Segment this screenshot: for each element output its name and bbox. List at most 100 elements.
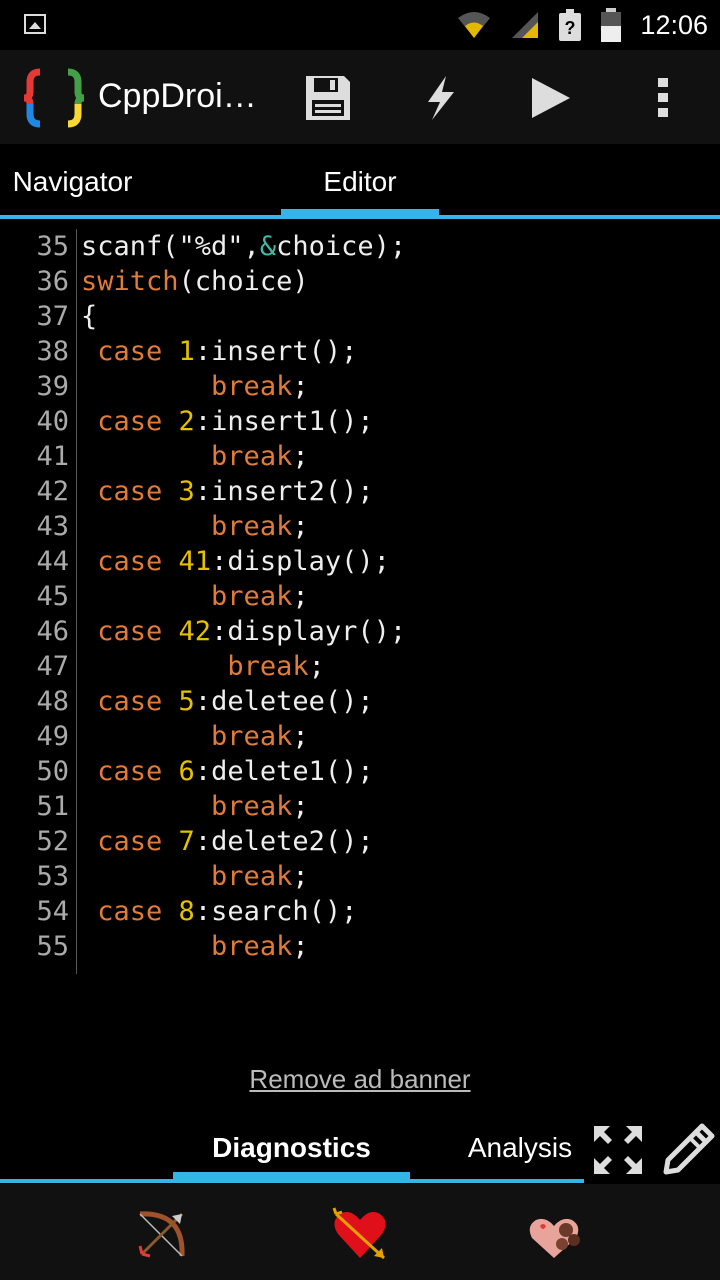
- line-number: 49: [36, 721, 69, 752]
- code-token: case: [97, 336, 179, 367]
- line-number: 50: [36, 756, 69, 787]
- code-token: break: [211, 721, 293, 752]
- code-token: :delete1();: [194, 756, 374, 787]
- code-token: break: [211, 371, 293, 402]
- code-token: 8: [178, 896, 195, 927]
- code-token: :displayr();: [211, 616, 407, 647]
- code-token: break: [211, 441, 293, 472]
- clock: 12:06: [640, 9, 708, 40]
- code-text: switch(choice): [81, 264, 309, 299]
- run-button[interactable]: [524, 72, 576, 124]
- code-token: case: [97, 546, 179, 577]
- line-number: 43: [36, 511, 69, 542]
- code-token: ;: [308, 651, 325, 682]
- code-line[interactable]: 36 switch(choice): [0, 264, 720, 299]
- code-token: ;: [292, 441, 309, 472]
- code-token: :display();: [211, 546, 390, 577]
- edit-icon[interactable]: [660, 1120, 716, 1176]
- code-line[interactable]: 38 case 1:insert();: [0, 334, 720, 369]
- code-line[interactable]: 48 case 5:deletee();: [0, 684, 720, 719]
- code-token: :insert();: [194, 336, 358, 367]
- overflow-menu-icon: [658, 78, 668, 117]
- code-line[interactable]: 44 case 41:display();: [0, 544, 720, 579]
- code-text: break;: [81, 859, 309, 894]
- code-text: scanf("%d",&choice);: [81, 229, 406, 264]
- line-number: 42: [36, 476, 69, 507]
- code-text: break;: [81, 439, 309, 474]
- heart-arrow-icon[interactable]: [330, 1204, 390, 1264]
- bottom-nav-bar: [0, 1184, 720, 1280]
- code-line[interactable]: 37 {: [0, 299, 720, 334]
- code-line[interactable]: 49 break;: [0, 719, 720, 754]
- code-line[interactable]: 45 break;: [0, 579, 720, 614]
- flash-icon: [428, 76, 454, 120]
- code-token: ;: [292, 861, 309, 892]
- code-line[interactable]: 55 break;: [0, 929, 720, 964]
- code-token: break: [211, 861, 293, 892]
- cupid-bow-icon[interactable]: [132, 1204, 192, 1264]
- code-token: choice);: [276, 231, 407, 262]
- expand-icon[interactable]: [590, 1122, 646, 1178]
- app-logo-icon[interactable]: [22, 68, 86, 128]
- code-line[interactable]: 47 break;: [0, 649, 720, 684]
- tab-divider: [0, 215, 720, 219]
- line-number: 47: [36, 651, 69, 682]
- code-token: 41: [178, 546, 212, 577]
- code-text: break;: [81, 719, 309, 754]
- code-token: 42: [178, 616, 212, 647]
- wifi-icon: [458, 12, 491, 38]
- code-text: case 1:insert();: [81, 334, 357, 369]
- code-token: switch: [81, 266, 179, 297]
- code-token: ;: [292, 371, 309, 402]
- build-button[interactable]: [414, 72, 466, 124]
- battery-unknown-icon: ?: [559, 9, 582, 41]
- code-line[interactable]: 53 break;: [0, 859, 720, 894]
- code-line[interactable]: 46 case 42:displayr();: [0, 614, 720, 649]
- code-token: (choice): [178, 266, 309, 297]
- code-line[interactable]: 39 break;: [0, 369, 720, 404]
- code-text: case 5:deletee();: [81, 684, 374, 719]
- line-number: 45: [36, 581, 69, 612]
- code-line[interactable]: 41 break;: [0, 439, 720, 474]
- code-line[interactable]: 40 case 2:insert1();: [0, 404, 720, 439]
- code-token: ;: [292, 931, 309, 962]
- code-token: case: [97, 476, 179, 507]
- status-bar: ? 12:06: [0, 0, 720, 50]
- line-number: 40: [36, 406, 69, 437]
- code-line[interactable]: 51 break;: [0, 789, 720, 824]
- code-line[interactable]: 35 scanf("%d",&choice);: [0, 229, 720, 264]
- code-token: case: [97, 826, 179, 857]
- code-token: :deletee();: [194, 686, 374, 717]
- remove-ad-banner-link[interactable]: Remove ad banner: [0, 1064, 720, 1095]
- code-token: break: [211, 511, 293, 542]
- line-number: 46: [36, 616, 69, 647]
- code-token: :insert1();: [194, 406, 374, 437]
- code-token: 3: [178, 476, 195, 507]
- code-line[interactable]: 43 break;: [0, 509, 720, 544]
- code-token: case: [97, 756, 179, 787]
- code-token: scanf("%d",: [81, 231, 260, 262]
- code-line[interactable]: 52 case 7:delete2();: [0, 824, 720, 859]
- line-number: 51: [36, 791, 69, 822]
- code-token: :insert2();: [194, 476, 374, 507]
- tab-diagnostics[interactable]: Diagnostics: [173, 1120, 410, 1176]
- code-token: 1: [178, 336, 195, 367]
- code-editor[interactable]: 35 scanf("%d",&choice); 36 switch(choice) 37…: [0, 229, 720, 964]
- bottom-tab-divider: [0, 1179, 584, 1183]
- code-text: case 2:insert1();: [81, 404, 374, 439]
- code-token: break: [227, 651, 309, 682]
- code-line[interactable]: 54 case 8:search();: [0, 894, 720, 929]
- code-line[interactable]: 50 case 6:delete1();: [0, 754, 720, 789]
- tab-analysis[interactable]: Analysis: [450, 1120, 590, 1176]
- code-line[interactable]: 42 case 3:insert2();: [0, 474, 720, 509]
- code-token: &: [259, 231, 277, 262]
- save-button[interactable]: [302, 72, 354, 124]
- line-number: 55: [36, 931, 69, 962]
- chocolate-box-icon[interactable]: [526, 1204, 586, 1264]
- code-token: case: [97, 686, 179, 717]
- line-number: 52: [36, 826, 69, 857]
- run-icon: [532, 78, 570, 118]
- overflow-menu-button[interactable]: [637, 72, 689, 124]
- tab-navigator[interactable]: Navigator: [0, 144, 145, 220]
- status-icons: ? 12:06: [456, 0, 708, 50]
